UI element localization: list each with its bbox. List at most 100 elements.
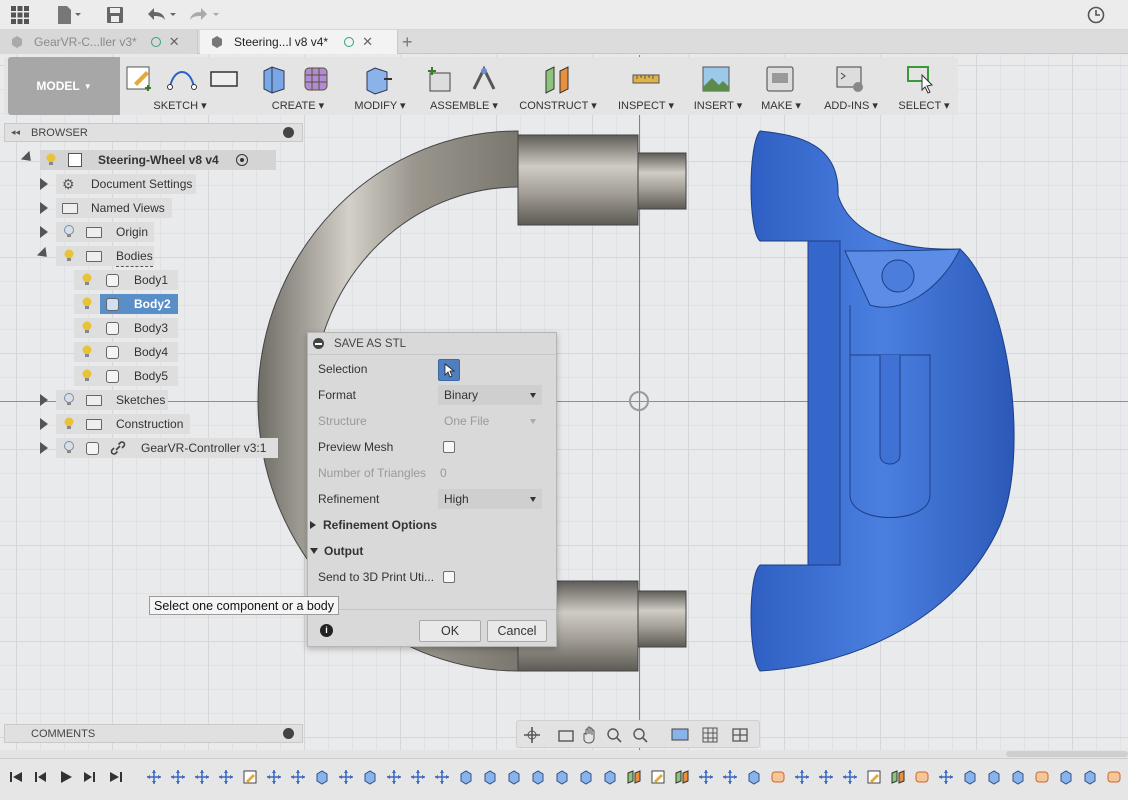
pan-hand-icon[interactable] [581, 726, 599, 744]
form-icon[interactable] [300, 63, 332, 95]
expand-triangle-icon[interactable] [40, 202, 48, 214]
ok-button[interactable]: OK [419, 620, 481, 642]
timeline-body-feature-icon[interactable] [1010, 769, 1026, 785]
visibility-bulb-off-icon[interactable] [64, 225, 74, 238]
timeline-move-feature-icon[interactable] [266, 769, 282, 785]
fit-view-icon[interactable] [631, 726, 649, 744]
timeline-body-feature-icon[interactable] [578, 769, 594, 785]
apps-grid-icon[interactable] [10, 5, 30, 25]
structure-select[interactable]: One File [438, 411, 542, 431]
timeline-move-feature-icon[interactable] [338, 769, 354, 785]
timeline-body-feature-icon[interactable] [530, 769, 546, 785]
cancel-button[interactable]: Cancel [487, 620, 547, 642]
tree-gearvr-controller[interactable]: GearVR-Controller v3:1 [36, 438, 286, 458]
file-menu-icon[interactable] [56, 5, 82, 25]
viewports-icon[interactable] [731, 726, 749, 744]
insert-image-icon[interactable] [700, 63, 732, 95]
timeline-body-feature-icon[interactable] [314, 769, 330, 785]
timeline-orange-feature-icon[interactable] [1034, 769, 1050, 785]
timeline-body-feature-icon[interactable] [962, 769, 978, 785]
info-icon[interactable]: i [320, 624, 333, 637]
undo-icon[interactable] [145, 5, 179, 25]
clock-icon[interactable] [1087, 5, 1105, 25]
send-3d-print-checkbox[interactable] [443, 571, 455, 583]
timeline-sketch-feature-icon[interactable] [866, 769, 882, 785]
timeline-move-feature-icon[interactable] [794, 769, 810, 785]
new-component-icon[interactable] [424, 63, 456, 95]
measure-icon[interactable] [630, 63, 662, 95]
expand-triangle-icon[interactable] [40, 394, 48, 406]
extrude-icon[interactable] [258, 63, 290, 95]
tree-body3[interactable]: Body3 [74, 318, 184, 338]
display-settings-icon[interactable] [671, 726, 689, 744]
tab-steering-wheel[interactable]: Steering...l v8 v4* ✕ [200, 30, 398, 54]
timeline-body-feature-icon[interactable] [602, 769, 618, 785]
expand-comments-icon[interactable] [283, 728, 294, 739]
expand-triangle-icon[interactable] [40, 418, 48, 430]
tab-gearvr[interactable]: GearVR-C...ller v3* ✕ [0, 30, 198, 54]
minimize-panel-icon[interactable] [283, 127, 294, 138]
timeline-move-feature-icon[interactable] [146, 769, 162, 785]
refinement-options-section[interactable]: Refinement Options [310, 515, 437, 535]
sketch-group[interactable]: SKETCH ▾ [122, 57, 238, 115]
tree-root[interactable]: Steering-Wheel v8 v4 [20, 150, 276, 170]
visibility-bulb-off-icon[interactable] [64, 441, 74, 454]
timeline-body-feature-icon[interactable] [362, 769, 378, 785]
horizontal-scrollbar[interactable] [0, 750, 1128, 758]
timeline-body-feature-icon[interactable] [986, 769, 1002, 785]
rectangle-icon[interactable] [208, 63, 240, 95]
timeline-body-feature-icon[interactable] [554, 769, 570, 785]
tree-named-views[interactable]: Named Views [36, 198, 236, 218]
visibility-bulb-icon[interactable] [64, 417, 74, 430]
collapse-triangle-icon[interactable] [20, 150, 36, 166]
save-icon[interactable] [106, 5, 124, 25]
create-sketch-icon[interactable] [124, 63, 156, 95]
select-cursor-icon[interactable] [906, 63, 938, 95]
inspect-group[interactable]: INSPECT ▾ [614, 57, 678, 115]
collapse-dialog-icon[interactable] [313, 338, 324, 349]
construct-group[interactable]: CONSTRUCT ▾ [516, 57, 600, 115]
visibility-bulb-icon[interactable] [64, 249, 74, 262]
timeline-body-feature-icon[interactable] [506, 769, 522, 785]
visibility-bulb-icon[interactable] [82, 321, 92, 334]
format-select[interactable]: Binary [438, 385, 542, 405]
new-tab-plus-icon[interactable]: + [402, 32, 413, 53]
go-to-start-icon[interactable] [8, 769, 24, 785]
timeline-move-feature-icon[interactable] [386, 769, 402, 785]
timeline-move-feature-icon[interactable] [818, 769, 834, 785]
visibility-bulb-icon[interactable] [82, 297, 92, 310]
timeline-move-feature-icon[interactable] [722, 769, 738, 785]
visibility-bulb-icon[interactable] [46, 153, 56, 166]
timeline-orange-feature-icon[interactable] [770, 769, 786, 785]
expand-triangle-icon[interactable] [40, 178, 48, 190]
joint-icon[interactable] [468, 63, 500, 95]
origin-point-icon[interactable] [629, 391, 649, 411]
make-group[interactable]: MAKE ▾ [754, 57, 808, 115]
tree-body5[interactable]: Body5 [74, 366, 184, 386]
timeline-move-feature-icon[interactable] [938, 769, 954, 785]
timeline-plane-feature-icon[interactable] [626, 769, 642, 785]
scroll-thumb[interactable] [1006, 751, 1128, 757]
tree-body1[interactable]: Body1 [74, 270, 184, 290]
assemble-group[interactable]: ASSEMBLE ▾ [422, 57, 506, 115]
output-section[interactable]: Output [310, 541, 363, 561]
insert-group[interactable]: INSERT ▾ [686, 57, 750, 115]
tree-sketches[interactable]: Sketches [36, 390, 236, 410]
go-to-end-icon[interactable] [108, 769, 124, 785]
dialog-header[interactable]: SAVE AS STL [308, 333, 556, 355]
visibility-bulb-icon[interactable] [82, 345, 92, 358]
tree-construction[interactable]: Construction [36, 414, 236, 434]
browser-header[interactable]: ◂◂ BROWSER [4, 123, 303, 142]
step-back-icon[interactable] [32, 769, 48, 785]
add-ins-group[interactable]: ADD-INS ▾ [816, 57, 886, 115]
comments-panel-header[interactable]: COMMENTS [4, 724, 303, 743]
visibility-bulb-icon[interactable] [82, 273, 92, 286]
timeline-sketch-feature-icon[interactable] [650, 769, 666, 785]
tree-origin[interactable]: Origin [36, 222, 236, 242]
timeline-move-feature-icon[interactable] [170, 769, 186, 785]
scripts-icon[interactable] [834, 63, 866, 95]
press-pull-icon[interactable] [362, 63, 394, 95]
play-icon[interactable] [58, 769, 74, 785]
expand-triangle-icon[interactable] [40, 442, 48, 454]
timeline-move-feature-icon[interactable] [434, 769, 450, 785]
